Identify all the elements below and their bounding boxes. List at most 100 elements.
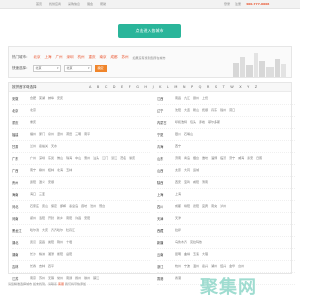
city-link[interactable]: 唐山: [42, 204, 48, 209]
city-link[interactable]: 嘉峪关: [39, 144, 48, 149]
city-link[interactable]: 湛江: [111, 156, 117, 161]
city-link[interactable]: 沧州: [90, 204, 96, 209]
city-link[interactable]: 三明: [75, 132, 81, 137]
confirm-button[interactable]: 确定: [94, 65, 107, 72]
city-link[interactable]: 天津: [175, 216, 181, 221]
city-link[interactable]: 拉萨: [175, 228, 181, 233]
letter-index-link[interactable]: Y: [247, 85, 249, 89]
city-link[interactable]: 鞍山: [193, 108, 199, 113]
letter-index-link[interactable]: C: [105, 85, 107, 89]
city-link[interactable]: 牡丹江: [66, 228, 75, 233]
city-link[interactable]: 玉林: [66, 168, 72, 173]
letter-index-link[interactable]: J: [153, 85, 154, 89]
city-link[interactable]: 济宁: [229, 156, 235, 161]
hot-city-link[interactable]: 南京: [100, 55, 107, 60]
city-link[interactable]: 吉林: [39, 264, 45, 269]
enter-cities-button[interactable]: 点击进入各城市: [118, 24, 181, 38]
city-link[interactable]: 台州: [238, 264, 244, 269]
top-right-link[interactable]: 登录: [224, 1, 230, 7]
city-link[interactable]: 保定: [51, 204, 57, 209]
city-link[interactable]: 肇庆: [129, 156, 135, 161]
city-link[interactable]: 威海: [238, 156, 244, 161]
hot-city-link[interactable]: 杭州: [78, 55, 85, 60]
hot-city-link[interactable]: 成都: [111, 55, 118, 60]
city-link[interactable]: 大连: [184, 108, 190, 113]
city-link[interactable]: 石嘴山: [184, 132, 193, 137]
city-link[interactable]: 合肥: [30, 96, 36, 101]
city-link[interactable]: 三亚: [39, 192, 45, 197]
city-link[interactable]: 洛阳: [39, 216, 45, 221]
letter-index-link[interactable]: T: [223, 85, 225, 89]
province-select[interactable]: 北京 ▾: [32, 65, 61, 72]
city-link[interactable]: 徐州: [84, 276, 90, 281]
letter-index-link[interactable]: H: [144, 85, 147, 89]
hot-city-link[interactable]: 重庆: [89, 55, 96, 60]
city-link[interactable]: 运城: [193, 168, 199, 173]
city-link[interactable]: 衡阳: [57, 252, 63, 257]
city-link[interactable]: 佛山: [57, 156, 63, 161]
hot-city-link[interactable]: 深圳: [67, 55, 74, 60]
top-link[interactable]: 展会: [87, 1, 93, 7]
city-link[interactable]: 南昌: [175, 96, 181, 101]
city-link[interactable]: 无锡: [48, 276, 54, 281]
city-link[interactable]: 长沙: [30, 252, 36, 257]
city-link[interactable]: 南充: [211, 204, 217, 209]
city-link[interactable]: 茂名: [120, 156, 126, 161]
city-link[interactable]: 邢台: [99, 204, 105, 209]
city-link[interactable]: 长春: [30, 264, 36, 269]
city-link[interactable]: 西宁: [175, 144, 181, 149]
city-link[interactable]: 安顺: [48, 180, 54, 185]
letter-index-link[interactable]: N: [183, 85, 186, 89]
city-link[interactable]: 鄂尔多斯: [208, 120, 220, 125]
city-select[interactable]: 北京 ▾: [63, 65, 92, 72]
city-link[interactable]: 汕头: [93, 156, 99, 161]
city-link[interactable]: 安庆: [57, 96, 63, 101]
city-link[interactable]: 嘉兴: [202, 264, 208, 269]
city-link[interactable]: 兰州: [30, 144, 36, 149]
city-link[interactable]: 太原: [175, 168, 181, 173]
footer-service-link[interactable]: 客服: [58, 282, 64, 286]
letter-index-link[interactable]: G: [136, 85, 139, 89]
city-link[interactable]: 九江: [184, 96, 190, 101]
city-link[interactable]: 襄阳: [48, 240, 54, 245]
city-link[interactable]: 贵阳: [30, 180, 36, 185]
letter-index-link[interactable]: F: [129, 85, 131, 89]
city-link[interactable]: 上饶: [202, 96, 208, 101]
city-link[interactable]: 南通: [66, 276, 72, 281]
city-link[interactable]: 荆州: [57, 240, 63, 245]
city-link[interactable]: 泉州: [48, 132, 54, 137]
city-link[interactable]: 湘潭: [48, 252, 54, 257]
top-right-link[interactable]: 注册: [235, 1, 241, 7]
city-link[interactable]: 北海: [57, 168, 63, 173]
city-link[interactable]: 秦皇岛: [69, 204, 78, 209]
city-link[interactable]: 杭州: [175, 264, 181, 269]
city-link[interactable]: 邯郸: [60, 204, 66, 209]
city-link[interactable]: 泰安: [247, 156, 253, 161]
city-link[interactable]: 宜昌: [39, 240, 45, 245]
city-link[interactable]: 西安: [175, 180, 181, 185]
city-link[interactable]: 十堰: [66, 240, 72, 245]
city-link[interactable]: 大同: [184, 168, 190, 173]
city-link[interactable]: 绍兴: [220, 264, 226, 269]
city-link[interactable]: 泸州: [220, 204, 226, 209]
city-link[interactable]: 淄博: [211, 156, 217, 161]
city-link[interactable]: 武汉: [30, 240, 36, 245]
city-link[interactable]: 德阳: [193, 204, 199, 209]
city-link[interactable]: 呼和浩特: [175, 120, 187, 125]
hot-city-link[interactable]: 苏州: [122, 55, 129, 60]
city-link[interactable]: 岳阳: [66, 252, 72, 257]
city-link[interactable]: 漳州: [57, 132, 63, 137]
city-link[interactable]: 惠州: [84, 156, 90, 161]
city-link[interactable]: 南宁: [30, 168, 36, 173]
city-link[interactable]: 抚顺: [202, 108, 208, 113]
letter-index-link[interactable]: X: [239, 85, 241, 89]
letter-index-link[interactable]: P: [191, 85, 193, 89]
city-link[interactable]: 广州: [30, 156, 36, 161]
city-link[interactable]: 湖州: [211, 264, 217, 269]
hot-city-link[interactable]: 北京: [34, 55, 41, 60]
city-link[interactable]: 扬州: [75, 276, 81, 281]
city-link[interactable]: 许昌: [75, 216, 81, 221]
city-link[interactable]: 蚌埠: [48, 96, 54, 101]
top-link[interactable]: 找供应商: [49, 1, 61, 7]
city-link[interactable]: 曲靖: [184, 252, 190, 257]
